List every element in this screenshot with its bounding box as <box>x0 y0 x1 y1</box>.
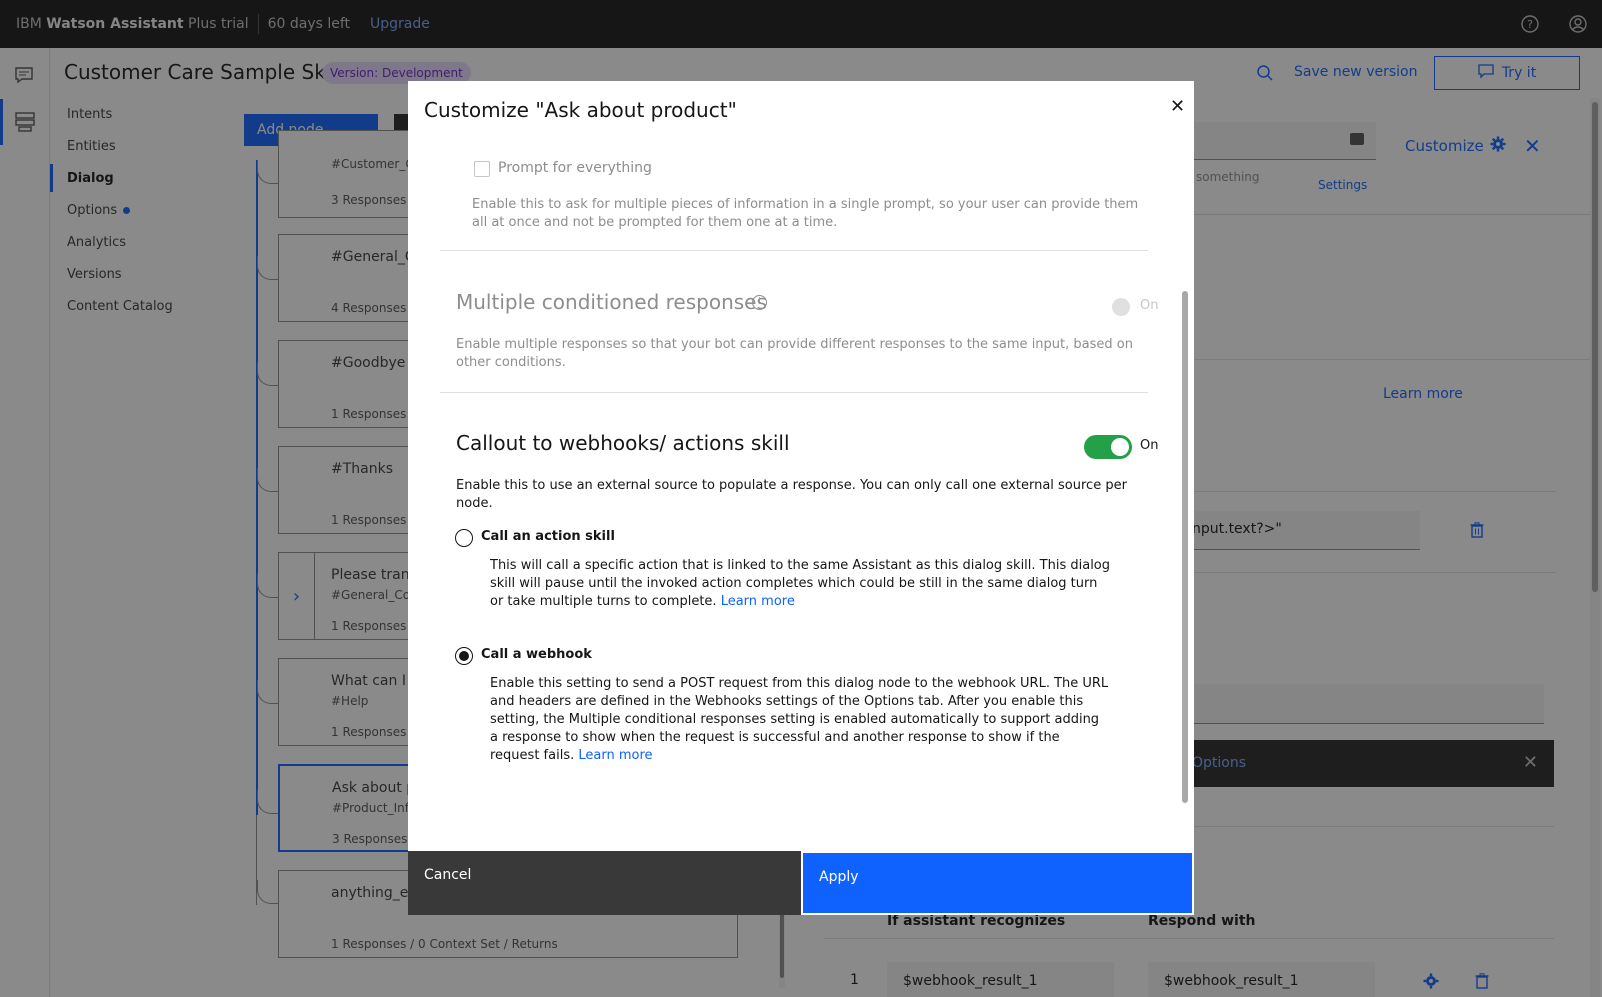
callout-description: Enable this to use an external source to… <box>456 478 1127 511</box>
call-action-skill-radio[interactable] <box>455 529 473 547</box>
learn-more-link[interactable]: Learn more <box>721 594 795 609</box>
modal-body: Prompt for everything Enable this to ask… <box>408 139 1194 851</box>
prompt-everything-checkbox[interactable] <box>474 161 490 177</box>
info-icon[interactable]: i <box>752 295 767 310</box>
call-action-skill-label: Call an action skill <box>481 529 615 544</box>
prompt-everything-description: Enable this to ask for multiple pieces o… <box>472 197 1139 230</box>
close-icon[interactable]: ✕ <box>1170 96 1185 117</box>
callout-toggle-label: On <box>1140 438 1159 453</box>
modal-scrollbar[interactable] <box>1181 141 1189 883</box>
call-webhook-label: Call a webhook <box>481 647 592 662</box>
learn-more-link[interactable]: Learn more <box>578 748 652 763</box>
callout-toggle[interactable] <box>1084 435 1132 459</box>
mcr-description: Enable multiple responses so that your b… <box>456 337 1133 370</box>
mcr-toggle[interactable] <box>1112 298 1130 316</box>
call-action-skill-description: This will call a specific action that is… <box>490 558 1111 609</box>
cancel-button[interactable]: Cancel <box>408 851 801 915</box>
apply-button[interactable]: Apply <box>801 851 1194 915</box>
call-webhook-description: Enable this setting to send a POST reque… <box>490 676 1109 763</box>
mcr-section-title: Multiple conditioned responses <box>456 290 767 314</box>
mcr-toggle-label: On <box>1140 298 1159 313</box>
modal-footer: Cancel Apply <box>408 851 1194 915</box>
divider <box>440 392 1148 393</box>
call-webhook-radio[interactable] <box>455 647 473 665</box>
modal-title: Customize "Ask about product" <box>424 98 737 122</box>
divider <box>440 250 1148 251</box>
prompt-everything-label: Prompt for everything <box>498 160 652 176</box>
customize-node-modal: Customize "Ask about product" ✕ Prompt f… <box>408 81 1194 915</box>
callout-section-title: Callout to webhooks/ actions skill <box>456 431 790 455</box>
